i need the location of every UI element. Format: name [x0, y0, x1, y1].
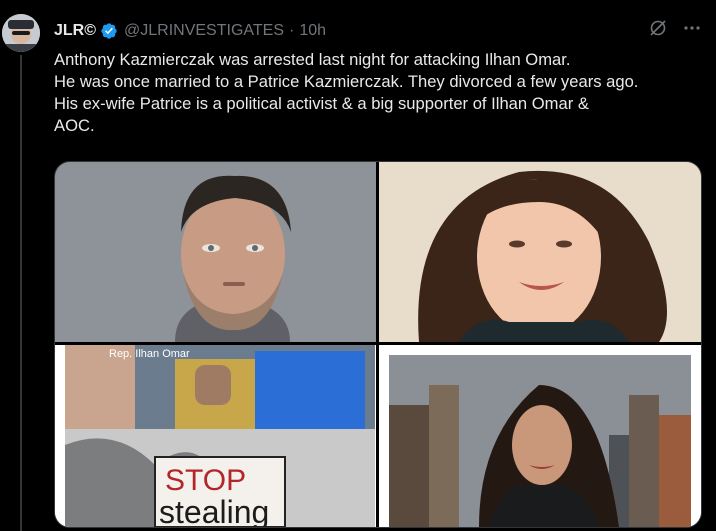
avatar-image [2, 14, 40, 52]
tweet-text-line: He was once married to a Patrice Kazmier… [54, 72, 639, 91]
more-options-icon[interactable] [682, 18, 702, 43]
author-name[interactable]: JLR© [54, 22, 96, 40]
tweet-header: JLR© @JLRINVESTIGATES · 10h [54, 20, 704, 42]
header-actions [648, 18, 702, 43]
video-overlay-label: Rep. Ilhan Omar [109, 348, 190, 360]
tweet-text-line: AOC. [54, 116, 95, 135]
sign-text-stop: STOP [165, 464, 246, 497]
media-image-1[interactable] [55, 162, 376, 342]
header-separator: · [289, 22, 295, 39]
sign-text-stealing: stealing [159, 494, 269, 527]
mugshot-photo [55, 162, 376, 342]
tweet-text-line: His ex-wife Patrice is a political activ… [54, 94, 589, 113]
tweet-text: Anthony Kazmierczak was arrested last ni… [54, 49, 709, 137]
thread-connector-line [20, 55, 22, 531]
verified-badge-icon [100, 22, 118, 40]
avatar[interactable] [2, 14, 40, 52]
portrait-photo [379, 162, 701, 342]
grok-icon[interactable] [648, 18, 668, 43]
author-handle[interactable]: @JLRINVESTIGATES [124, 22, 284, 40]
media-grid: STOP stealing Rep. Ilhan Omar [54, 161, 702, 528]
media-image-2[interactable] [379, 162, 701, 342]
media-image-3[interactable]: STOP stealing Rep. Ilhan Omar [55, 345, 376, 527]
media-image-4[interactable] [379, 345, 701, 527]
timestamp[interactable]: 10h [299, 22, 326, 40]
protest-photo: STOP stealing Rep. Ilhan Omar [55, 345, 376, 527]
tweet-text-line: Anthony Kazmierczak was arrested last ni… [54, 50, 571, 69]
interview-photo [379, 345, 701, 527]
